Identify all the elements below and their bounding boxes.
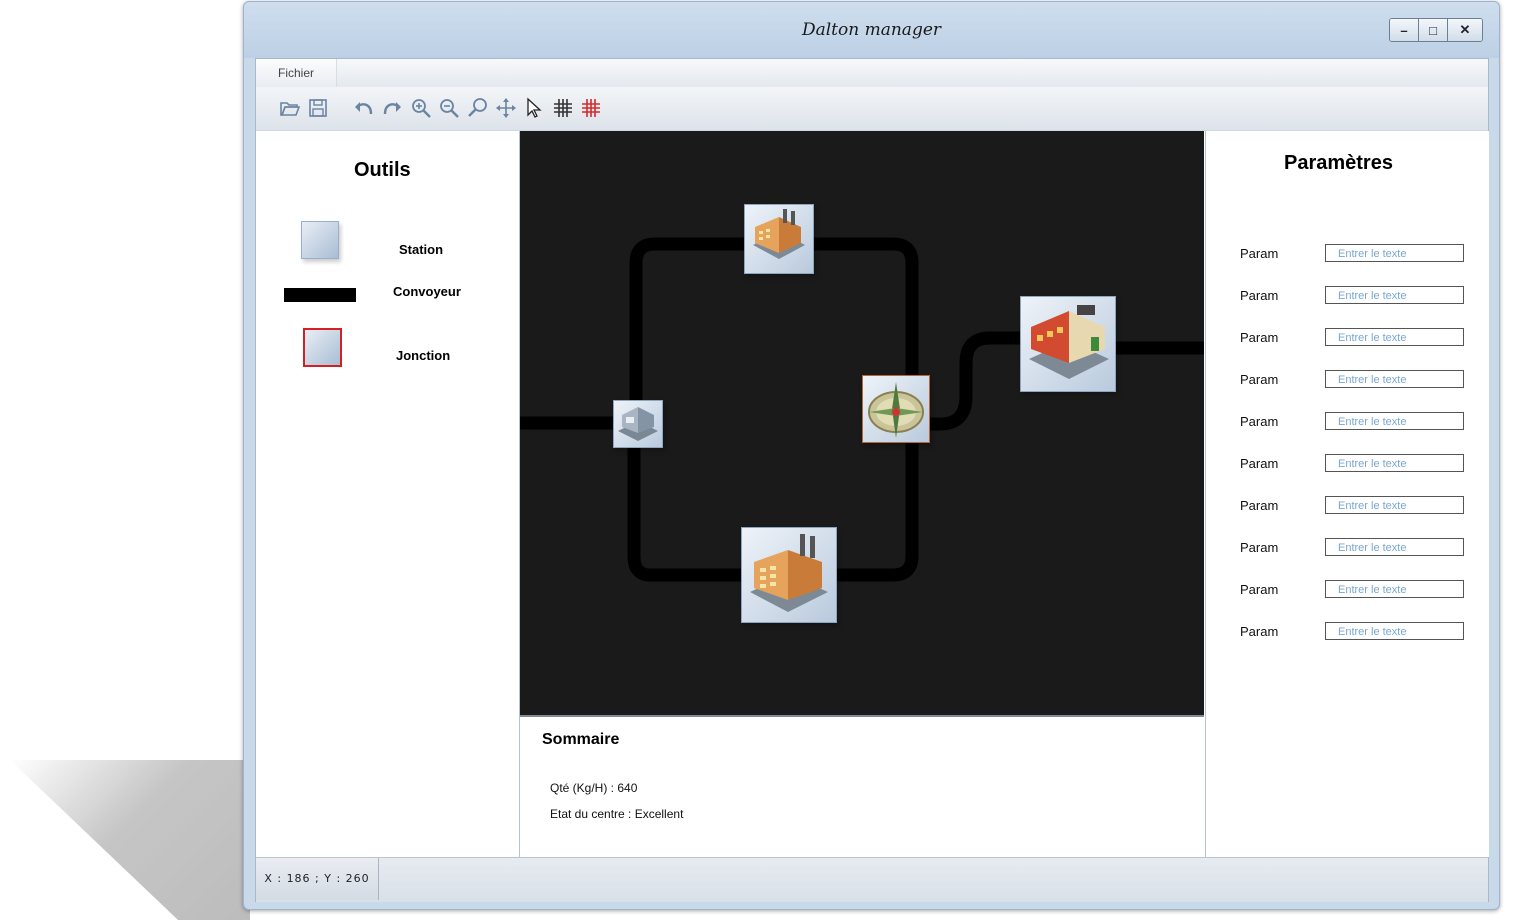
factory-station-bottom[interactable] [741, 527, 837, 623]
tools-title: Outils [354, 159, 411, 181]
param-row: Param Entrer le texte [1240, 412, 1470, 432]
param-input[interactable]: Entrer le texte [1325, 244, 1464, 262]
summary-state: Etat du centre : Excellent [550, 807, 684, 821]
minimize-icon: – [1400, 22, 1408, 38]
junction-tool-icon[interactable] [303, 328, 342, 367]
cursor-coordinates: X : 186 ; Y : 260 [256, 858, 379, 900]
param-row: Param Entrer le texte [1240, 622, 1470, 642]
param-row: Param Entrer le texte [1240, 370, 1470, 390]
app-window: Dalton manager – □ ✕ Fichier Outils Stat… [243, 1, 1500, 910]
save-icon[interactable] [306, 96, 330, 120]
parameters-panel: Paramètres Param Entrer le texte Param Entr… [1205, 131, 1489, 857]
close-icon: ✕ [1459, 22, 1471, 37]
param-label: Param [1240, 414, 1279, 429]
parameters-title: Paramètres [1284, 152, 1393, 174]
window-controls: – □ ✕ [1389, 18, 1483, 42]
station-tool-label[interactable]: Station [399, 242, 443, 257]
grid-red-icon[interactable] [579, 96, 603, 120]
junction-tool-label[interactable]: Jonction [396, 348, 450, 363]
title-bar[interactable]: Dalton manager – □ ✕ [244, 2, 1499, 58]
move-icon[interactable] [494, 96, 518, 120]
param-input[interactable]: Entrer le texte [1325, 370, 1464, 388]
network-canvas[interactable] [520, 131, 1204, 715]
search-icon[interactable] [466, 96, 490, 120]
summary-title: Sommaire [542, 731, 620, 748]
maximize-button[interactable]: □ [1419, 19, 1448, 41]
param-label: Param [1240, 456, 1279, 471]
store-station-right[interactable] [1020, 296, 1116, 392]
param-input[interactable]: Entrer le texte [1325, 496, 1464, 514]
param-input[interactable]: Entrer le texte [1325, 412, 1464, 430]
param-label: Param [1240, 246, 1279, 261]
param-label: Param [1240, 540, 1279, 555]
zoom-in-icon[interactable] [409, 96, 433, 120]
param-label: Param [1240, 498, 1279, 513]
menu-bar: Fichier [256, 59, 1488, 87]
undo-icon[interactable] [352, 96, 376, 120]
param-input[interactable]: Entrer le texte [1325, 538, 1464, 556]
conveyor-tool-label[interactable]: Convoyeur [393, 284, 461, 299]
factory-station-top[interactable] [744, 204, 814, 274]
compass-icon [868, 382, 924, 438]
open-folder-icon[interactable] [278, 96, 302, 120]
maximize-icon: □ [1429, 22, 1437, 38]
station-tool-icon[interactable] [301, 221, 339, 259]
param-input[interactable]: Entrer le texte [1325, 328, 1464, 346]
param-row: Param Entrer le texte [1240, 286, 1470, 306]
redo-icon[interactable] [380, 96, 404, 120]
grid-icon[interactable] [551, 96, 575, 120]
param-label: Param [1240, 330, 1279, 345]
close-button[interactable]: ✕ [1448, 19, 1482, 41]
param-row: Param Entrer le texte [1240, 328, 1470, 348]
building-icon [618, 407, 658, 441]
param-label: Param [1240, 624, 1279, 639]
param-label: Param [1240, 372, 1279, 387]
small-station-left[interactable] [613, 400, 663, 448]
status-bar: X : 186 ; Y : 260 [256, 857, 1488, 902]
menu-fichier[interactable]: Fichier [256, 59, 337, 87]
store-icon [1029, 305, 1109, 379]
minimize-button[interactable]: – [1390, 19, 1419, 41]
param-row: Param Entrer le texte [1240, 496, 1470, 516]
param-row: Param Entrer le texte [1240, 244, 1470, 264]
toolbar [256, 87, 1488, 131]
conveyor-tool-icon[interactable] [284, 288, 356, 302]
window-drop-shadow [10, 760, 250, 920]
pointer-icon[interactable] [522, 96, 546, 120]
param-row: Param Entrer le texte [1240, 580, 1470, 600]
param-input[interactable]: Entrer le texte [1325, 580, 1464, 598]
param-row: Param Entrer le texte [1240, 454, 1470, 474]
param-row: Param Entrer le texte [1240, 538, 1470, 558]
param-input[interactable]: Entrer le texte [1325, 622, 1464, 640]
param-label: Param [1240, 288, 1279, 303]
param-input[interactable]: Entrer le texte [1325, 454, 1464, 472]
summary-quantity: Qté (Kg/H) : 640 [550, 781, 638, 795]
param-input[interactable]: Entrer le texte [1325, 286, 1464, 304]
zoom-out-icon[interactable] [437, 96, 461, 120]
window-title: Dalton manager [801, 20, 942, 40]
summary-panel: Sommaire Qté (Kg/H) : 640 Etat du centre… [520, 715, 1204, 859]
factory-icon [750, 534, 828, 612]
param-label: Param [1240, 582, 1279, 597]
factory-icon [753, 209, 805, 259]
tools-panel: Outils Station Convoyeur Jonction [256, 131, 520, 857]
client-area: Fichier Outils Station Convoyeur Jonctio… [255, 58, 1489, 902]
junction-node[interactable] [862, 375, 930, 443]
